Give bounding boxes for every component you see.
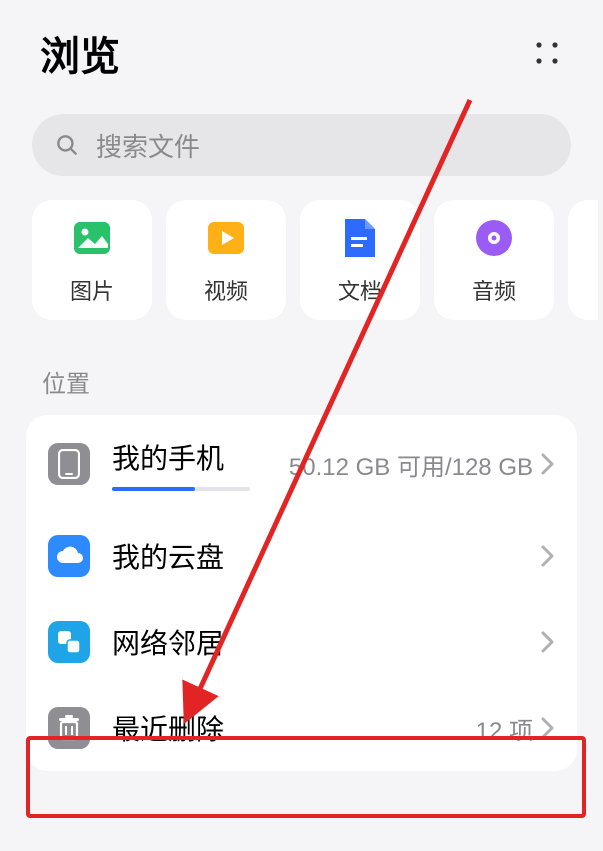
document-icon	[336, 214, 384, 262]
storage-bar-fill	[112, 487, 195, 491]
chevron-right-icon	[541, 631, 555, 653]
audio-icon	[470, 214, 518, 262]
category-docs[interactable]: 文档	[300, 200, 420, 320]
cloud-icon	[48, 535, 90, 577]
category-label: 音频	[472, 274, 516, 306]
location-label: 网络邻居	[112, 622, 541, 662]
scan-icon	[533, 39, 561, 67]
chevron-right-icon	[541, 453, 555, 475]
search-input[interactable]: 搜索文件	[32, 114, 571, 176]
storage-detail: 50.12 GB 可用/128 GB	[289, 447, 533, 482]
category-audio[interactable]: 音频	[434, 200, 554, 320]
category-label: 图片	[70, 274, 114, 306]
category-video[interactable]: 视频	[166, 200, 286, 320]
category-label: 文档	[338, 274, 382, 306]
search-icon	[54, 132, 80, 158]
menu-button[interactable]	[531, 37, 563, 69]
section-title-locations: 位置	[0, 320, 603, 415]
category-more-peek[interactable]	[568, 200, 598, 320]
location-cloud-drive[interactable]: 我的云盘	[26, 513, 577, 599]
category-images[interactable]: 图片	[32, 200, 152, 320]
video-icon	[202, 214, 250, 262]
network-icon	[48, 621, 90, 663]
category-scroll[interactable]: 图片 视频 文档 音频	[0, 200, 603, 320]
trash-icon	[48, 707, 90, 749]
location-label: 我的手机	[112, 437, 289, 477]
location-recently-deleted[interactable]: 最近删除 12 项	[26, 685, 577, 771]
chevron-right-icon	[541, 545, 555, 567]
location-label: 我的云盘	[112, 536, 541, 576]
phone-icon	[48, 443, 90, 485]
trash-count: 12 项	[476, 711, 533, 746]
image-icon	[68, 214, 116, 262]
category-label: 视频	[204, 274, 248, 306]
storage-bar	[112, 487, 250, 491]
location-network[interactable]: 网络邻居	[26, 599, 577, 685]
chevron-right-icon	[541, 717, 555, 739]
page-title: 浏览	[40, 24, 120, 82]
location-label: 最近删除	[112, 708, 476, 748]
location-my-phone[interactable]: 我的手机 50.12 GB 可用/128 GB	[26, 415, 577, 513]
locations-list: 我的手机 50.12 GB 可用/128 GB 我的云盘	[26, 415, 577, 771]
search-placeholder: 搜索文件	[96, 127, 200, 164]
